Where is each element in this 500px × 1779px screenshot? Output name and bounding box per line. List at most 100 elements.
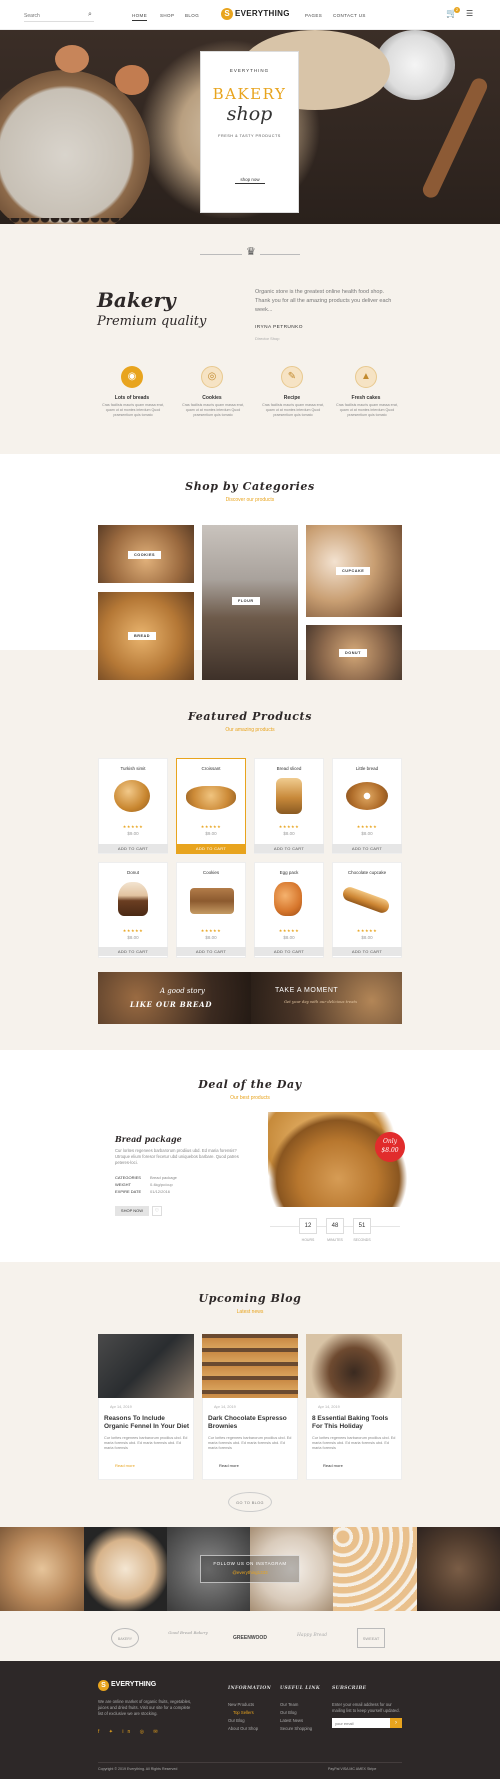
read-more-link[interactable]: Read more [323,1463,343,1468]
blog-post-image[interactable] [306,1334,402,1398]
product-name[interactable]: Donut [98,870,168,875]
brand-logo[interactable]: SWEEAT [357,1628,385,1648]
footer-link[interactable]: Top Sellers [233,1710,254,1715]
nav-shop[interactable]: SHOP [160,13,174,18]
search-icon[interactable]: ⌕ [88,11,92,19]
wishlist-heart-icon[interactable]: ♡ [152,1206,162,1216]
recipe-icon: ✎ [281,366,303,388]
footer-link[interactable]: Our Team [280,1702,298,1707]
timer-seconds: 51 [353,1218,371,1234]
product-image[interactable] [276,778,302,814]
nav-pages[interactable]: PAGES [305,13,322,18]
feature-text: Cras facilisis mauris quam massa erat, q… [102,403,164,417]
subscribe-text: Enter your email address for our mailing… [332,1702,400,1713]
read-more-link[interactable]: Read more [115,1463,135,1468]
instagram-follow-text: FOLLOW US ON INSTAGRAM [213,1561,287,1566]
category-flour[interactable]: FLOUR [202,525,298,680]
hero-shop-button[interactable]: shop now [235,177,265,184]
add-to-cart-button[interactable]: ADD TO CART [176,947,246,956]
product-image[interactable] [186,786,236,810]
product-name[interactable]: Little bread [332,766,402,771]
chef-hat-icon: ♛ [242,245,260,258]
brand-logo[interactable]: BAKERY [111,1628,139,1648]
feature-name: Fresh cakes [351,395,381,401]
search-input[interactable] [24,10,94,22]
timer-hours: 12 [299,1218,317,1234]
category-cupcake[interactable]: CUPCAKE [306,525,402,617]
product-card[interactable] [332,862,402,958]
cart-count-badge: 2 [454,7,460,13]
category-donut[interactable]: DONUT [306,625,402,680]
product-image[interactable] [274,882,302,916]
product-image[interactable] [114,780,150,812]
hero-banner: EVERYTHING BAKERY shop FRESH & TASTY PRO… [0,30,500,224]
menu-icon[interactable]: ☰ [466,9,473,18]
instagram-handle[interactable]: @everything1333 [200,1570,300,1575]
product-image[interactable] [346,782,388,810]
footer-link[interactable]: Our Blog [228,1718,245,1723]
blog-post-title[interactable]: Reasons To Include Organic Fennel In You… [104,1415,190,1431]
product-price: $8.00 [283,831,295,836]
nav-blog[interactable]: BLOG [185,13,199,18]
footer-link[interactable]: Secure Shopping [280,1726,312,1731]
deal-badge-price: $8.00 [381,1147,399,1154]
footer-link[interactable]: New Products [228,1702,254,1707]
footer-link[interactable]: About Our Shop [228,1726,258,1731]
feature-name: Recipe [283,395,301,401]
blog-post-image[interactable] [98,1334,194,1398]
instagram-photo[interactable] [417,1527,500,1611]
product-image[interactable] [190,888,234,914]
instagram-photo[interactable] [0,1527,84,1611]
add-to-cart-button[interactable]: ADD TO CART [254,947,324,956]
shop-now-button[interactable]: SHOP NOW [115,1206,149,1216]
blog-post-image[interactable] [202,1334,298,1398]
add-to-cart-button[interactable]: ADD TO CART [332,844,402,853]
category-cookies[interactable]: COOKIES [98,525,194,583]
promo-banner-right[interactable] [251,972,402,1024]
add-to-cart-button[interactable]: ADD TO CART [98,947,168,956]
product-name[interactable]: Croissant [176,766,246,771]
go-to-blog-button[interactable]: GO TO BLOG [228,1492,272,1512]
brand-logo[interactable]: Happy Bread [292,1633,332,1638]
nav-home[interactable]: HOME [132,13,148,21]
instagram-photo[interactable] [333,1527,417,1611]
instagram-overlay[interactable] [200,1555,300,1583]
read-more-link[interactable]: Read more [219,1463,239,1468]
footer-link[interactable]: Latest News [280,1718,303,1723]
blog-post-title[interactable]: Dark Chocolate Espresso Brownies [208,1415,294,1431]
footer-about-text: We are online market of organic fruits, … [98,1699,192,1716]
promo-banner-left[interactable] [98,972,251,1024]
category-bread[interactable]: BREAD [98,592,194,680]
add-to-cart-button[interactable]: ADD TO CART [254,844,324,853]
brand-logo[interactable]: Good Bread Bakery [168,1630,208,1635]
blog-post-title[interactable]: 8 Essential Baking Tools For This Holida… [312,1415,398,1431]
brand-logo-icon[interactable]: S [221,8,233,20]
brand-logo[interactable]: GREENWOOD [230,1635,270,1641]
deal-product-name[interactable]: Bread package [115,1134,182,1144]
product-name[interactable]: Egg pack [254,870,324,875]
timer-label: SECONDS [353,1238,371,1242]
deal-spec-value: 0.4kg/pc/cup [150,1182,173,1187]
add-to-cart-button[interactable]: ADD TO CART [332,947,402,956]
brand-name[interactable]: EVERYTHING [235,9,290,18]
product-name[interactable]: Chocolate cupcake [332,870,402,875]
product-name[interactable]: Cookies [176,870,246,875]
add-to-cart-button[interactable]: ADD TO CART [176,844,246,853]
hero-title-script: shop [226,103,273,125]
subscribe-submit-button[interactable]: › [390,1718,402,1728]
promo-banner-right-sub: Get your day with our delicious treats [284,999,358,1004]
footer-link[interactable]: Our Blog [280,1710,297,1715]
categories-title: Shop by Categories [185,480,315,493]
featured-title: Featured Products [188,710,312,723]
product-name[interactable]: Bread sliced [254,766,324,771]
add-to-cart-button[interactable]: ADD TO CART [98,844,168,853]
promo-banner-right-title: TAKE A MOMENT [275,987,339,994]
product-name[interactable]: Turkish simit [98,766,168,771]
nav-contact[interactable]: CONTACT US [333,13,366,18]
bread-icon: ◉ [121,366,143,388]
product-image[interactable] [118,882,148,916]
footer-copyright: Copyright © 2019 Everything. All Rights … [98,1767,178,1771]
instagram-photo[interactable] [84,1527,167,1611]
footer-social-icons[interactable]: f ✦ in ◎ ✉ [98,1729,162,1735]
subscribe-email-input[interactable] [332,1718,390,1728]
